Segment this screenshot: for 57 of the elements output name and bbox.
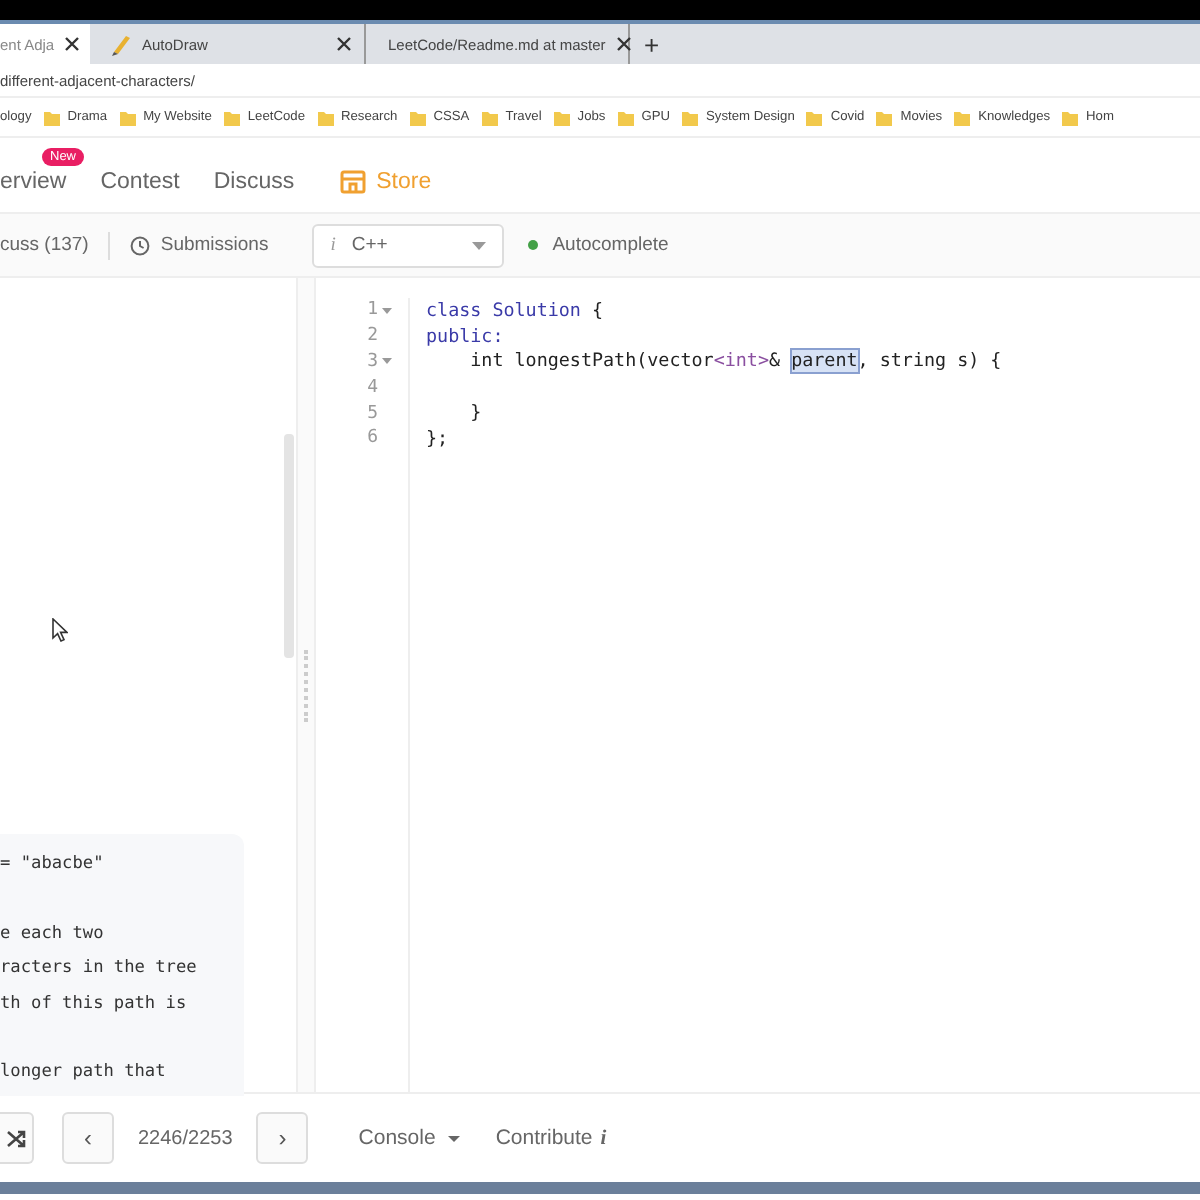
- folder-icon: [1062, 109, 1079, 125]
- folder-icon: [682, 109, 699, 125]
- autocomplete-toggle[interactable]: Autocomplete: [552, 234, 669, 256]
- line-number: 5: [367, 403, 378, 424]
- folder-icon: [806, 109, 823, 125]
- code-text: th of this path is: [0, 993, 187, 1014]
- fold-caret-icon: [382, 307, 392, 314]
- folder-icon: [317, 109, 333, 125]
- folder-icon: [409, 109, 426, 125]
- folder-icon: [617, 109, 634, 125]
- line-number: 1: [367, 300, 378, 321]
- problem-counter: 2246/2253: [138, 1127, 233, 1149]
- close-icon: [615, 36, 632, 52]
- close-icon: [336, 36, 352, 52]
- code-line: };: [426, 427, 449, 450]
- folder-icon: [223, 109, 240, 125]
- shuffle-button[interactable]: [0, 1112, 34, 1164]
- folder-icon: [481, 109, 498, 125]
- code-line: }: [468, 402, 482, 425]
- code-line: int longestPath(vector<int>& parent, string s) {: [468, 350, 1002, 373]
- caret-icon: [447, 1135, 460, 1141]
- line-number: 3: [367, 351, 378, 372]
- clock-icon: [130, 235, 151, 255]
- code-text: longer path that: [0, 1062, 166, 1083]
- submissions-tab[interactable]: Submissions: [160, 234, 269, 256]
- close-icon: [64, 36, 81, 52]
- resize-handle[interactable]: [304, 649, 308, 721]
- contribute-button[interactable]: Contribute i: [495, 1126, 607, 1150]
- nav-link[interactable]: Discuss: [213, 169, 295, 193]
- language-dropdown[interactable]: i C++: [312, 223, 505, 267]
- previous-button[interactable]: ‹: [62, 1112, 114, 1164]
- folder-icon: [553, 109, 570, 125]
- folder-icon: [119, 109, 136, 125]
- code-line: class Solution {: [426, 299, 604, 322]
- discuss-tab[interactable]: cuss (137): [0, 234, 89, 256]
- shuffle-icon: [6, 1127, 26, 1149]
- store-icon: [340, 169, 367, 193]
- fold-caret-icon: [382, 358, 392, 365]
- line-number: 2: [367, 326, 378, 347]
- code-text: racters in the tree: [0, 958, 197, 979]
- folder-icon: [876, 109, 893, 125]
- code-text: = "abacbe": [0, 854, 104, 874]
- pencil-icon: [110, 32, 132, 56]
- code-text: e each two: [0, 923, 104, 944]
- caret-icon: [472, 241, 487, 249]
- line-number: 4: [367, 377, 378, 398]
- code-line: public:: [426, 325, 504, 348]
- nav-link[interactable]: Contest: [100, 169, 180, 193]
- new-tab-button[interactable]: +: [630, 29, 674, 59]
- folder-icon: [954, 109, 971, 125]
- line-number: 6: [367, 428, 378, 449]
- next-button[interactable]: ›: [256, 1112, 309, 1164]
- scrollbar[interactable]: [284, 434, 294, 658]
- nav-link[interactable]: erview: [0, 169, 67, 193]
- console-button[interactable]: Console: [358, 1126, 460, 1150]
- folder-icon: [43, 109, 60, 125]
- mouse-pointer-icon: [52, 618, 68, 642]
